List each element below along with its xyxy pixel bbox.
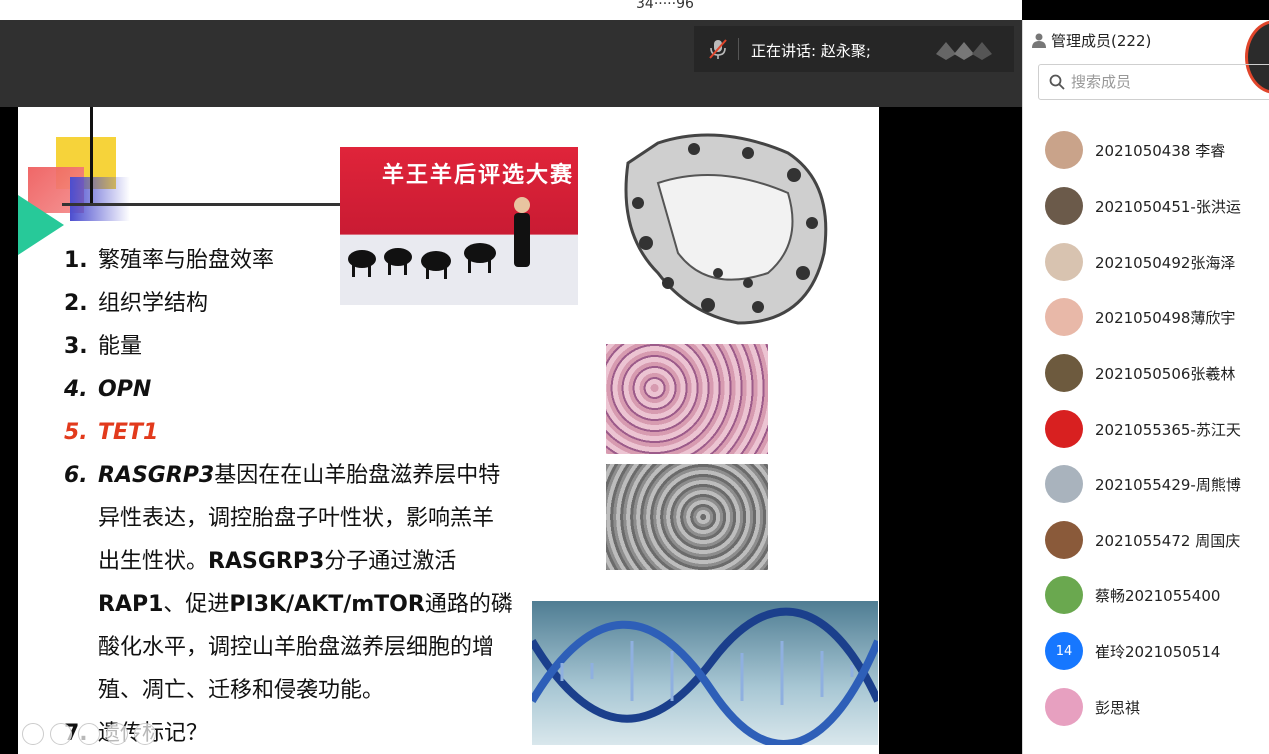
dna-helix-image [532, 601, 878, 745]
mic-off-icon[interactable] [708, 38, 728, 60]
member-item[interactable]: 2021050506张羲林 [1045, 353, 1235, 393]
avatar [1045, 521, 1083, 559]
presentation-slide: 羊王羊后评选大赛 1. 繁殖率与胎盘效率 2. 组织学结构 3. 能量 4. O… [18, 107, 879, 754]
member-name: 2021050498薄欣宇 [1095, 308, 1236, 327]
member-name: 崔玲2021050514 [1095, 642, 1221, 661]
speaker-label: 正在讲话: 赵永聚; [751, 42, 871, 60]
list-number: 1. [64, 248, 88, 273]
meeting-header: 正在讲话: 赵永聚; [0, 20, 1022, 107]
speaker-divider [738, 38, 739, 60]
list-number: 5. [64, 420, 88, 445]
member-name: 2021055472 周国庆 [1095, 531, 1241, 550]
slide-decoration-blue [70, 177, 130, 221]
speaker-indicator: 正在讲话: 赵永聚; [694, 26, 1014, 72]
avatar [1045, 688, 1083, 726]
gene-name: RASGRP3 [208, 549, 325, 574]
slide-decoration-green [18, 195, 64, 255]
paragraph-text: 、促进 [163, 592, 230, 617]
list-item: 2. 组织学结构 [64, 282, 524, 325]
search-icon [1049, 74, 1065, 90]
slide-grid-button[interactable] [78, 723, 100, 745]
panel-title: 管理成员(222) [1051, 31, 1152, 50]
avatar [1045, 187, 1083, 225]
list-text: 能量 [98, 334, 143, 359]
list-text: 繁殖率与胎盘效率 [98, 248, 275, 273]
list-text: OPN [98, 377, 152, 402]
member-name: 蔡畅2021055400 [1095, 586, 1221, 605]
placenta-anatomy-drawing [598, 123, 836, 335]
avatar [1045, 298, 1083, 336]
slide-bullet-list: 1. 繁殖率与胎盘效率 2. 组织学结构 3. 能量 4. OPN 5. TET… [64, 239, 524, 754]
list-number: 4. [64, 377, 88, 402]
list-number: 2. [64, 291, 88, 316]
list-item: 3. 能量 [64, 325, 524, 368]
avatar [1045, 131, 1083, 169]
list-item: 4. OPN [64, 368, 524, 411]
slide-pen-button[interactable] [50, 723, 72, 745]
panel-header: 管理成员(222) [1023, 20, 1269, 60]
list-number: 6. [64, 463, 88, 488]
avatar [1045, 354, 1083, 392]
avatar [1045, 465, 1083, 503]
gene-name: RASGRP3 [98, 463, 215, 488]
member-item[interactable]: 2021055365-苏江天 [1045, 409, 1241, 449]
list-item: 6. RASGRP3基因在在山羊胎盘滋养层中特异性表达，调控胎盘子叶性状，影响羔… [64, 454, 524, 712]
avatar [1045, 410, 1083, 448]
histology-image-a [606, 344, 768, 454]
member-name: 2021055365-苏江天 [1095, 420, 1241, 439]
member-item[interactable]: 2021050451-张洪运 [1045, 186, 1241, 226]
page-indicator: 34·····96 [636, 0, 694, 12]
member-name: 2021050492张海泽 [1095, 253, 1236, 272]
slide-zoom-button[interactable] [106, 723, 128, 745]
avatar [1045, 576, 1083, 614]
slide-decoration-vline [90, 107, 93, 205]
list-text: 组织学结构 [98, 291, 209, 316]
avatar [1045, 243, 1083, 281]
member-name: 2021055429-周熊博 [1095, 475, 1241, 494]
member-name: 2021050506张羲林 [1095, 364, 1236, 383]
list-item: 1. 繁殖率与胎盘效率 [64, 239, 524, 282]
list-text: TET1 [98, 420, 159, 445]
search-input[interactable] [1071, 73, 1251, 91]
list-item: 5. TET1 [64, 411, 524, 454]
person-icon [1032, 33, 1046, 48]
list-number: 3. [64, 334, 88, 359]
histology-image-b [606, 464, 768, 570]
avatar: 14 [1045, 632, 1083, 670]
member-name: 2021050438 李睿 [1095, 141, 1226, 160]
member-item[interactable]: 彭思祺 [1045, 687, 1140, 727]
shared-screen-stage: 羊王羊后评选大赛 1. 繁殖率与胎盘效率 2. 组织学结构 3. 能量 4. O… [0, 107, 1022, 754]
member-name: 彭思祺 [1095, 698, 1141, 717]
slide-decoration-hline [62, 203, 342, 206]
member-item[interactable]: 2021055429-周熊博 [1045, 464, 1241, 504]
slide-next-button[interactable] [134, 723, 156, 745]
member-search[interactable] [1038, 64, 1269, 100]
gene-name: RAP1 [98, 592, 164, 617]
member-item[interactable]: 2021050492张海泽 [1045, 242, 1235, 282]
member-item[interactable]: 2021050498薄欣宇 [1045, 297, 1235, 337]
member-item[interactable]: 蔡畅2021055400 [1045, 575, 1220, 615]
list-paragraph: RASGRP3基因在在山羊胎盘滋养层中特异性表达，调控胎盘子叶性状，影响羔羊出生… [98, 454, 513, 712]
slide-prev-button[interactable] [22, 723, 44, 745]
top-strip: 34·····96 [0, 0, 1022, 20]
paragraph-text: 分子通过激活 [324, 549, 457, 574]
member-name: 2021050451-张洪运 [1095, 197, 1241, 216]
member-item[interactable]: 2021055472 周国庆 [1045, 520, 1240, 560]
member-item[interactable]: 2021050438 李睿 [1045, 130, 1225, 170]
brand-logo-icon [936, 42, 992, 60]
pathway-name: PI3K/AKT/mTOR [229, 592, 425, 617]
member-item[interactable]: 14 崔玲2021050514 [1045, 631, 1220, 671]
slide-controls [22, 723, 156, 745]
member-panel: 管理成员(222) 2021050438 李睿 2021050451-张洪运 2… [1022, 20, 1269, 754]
